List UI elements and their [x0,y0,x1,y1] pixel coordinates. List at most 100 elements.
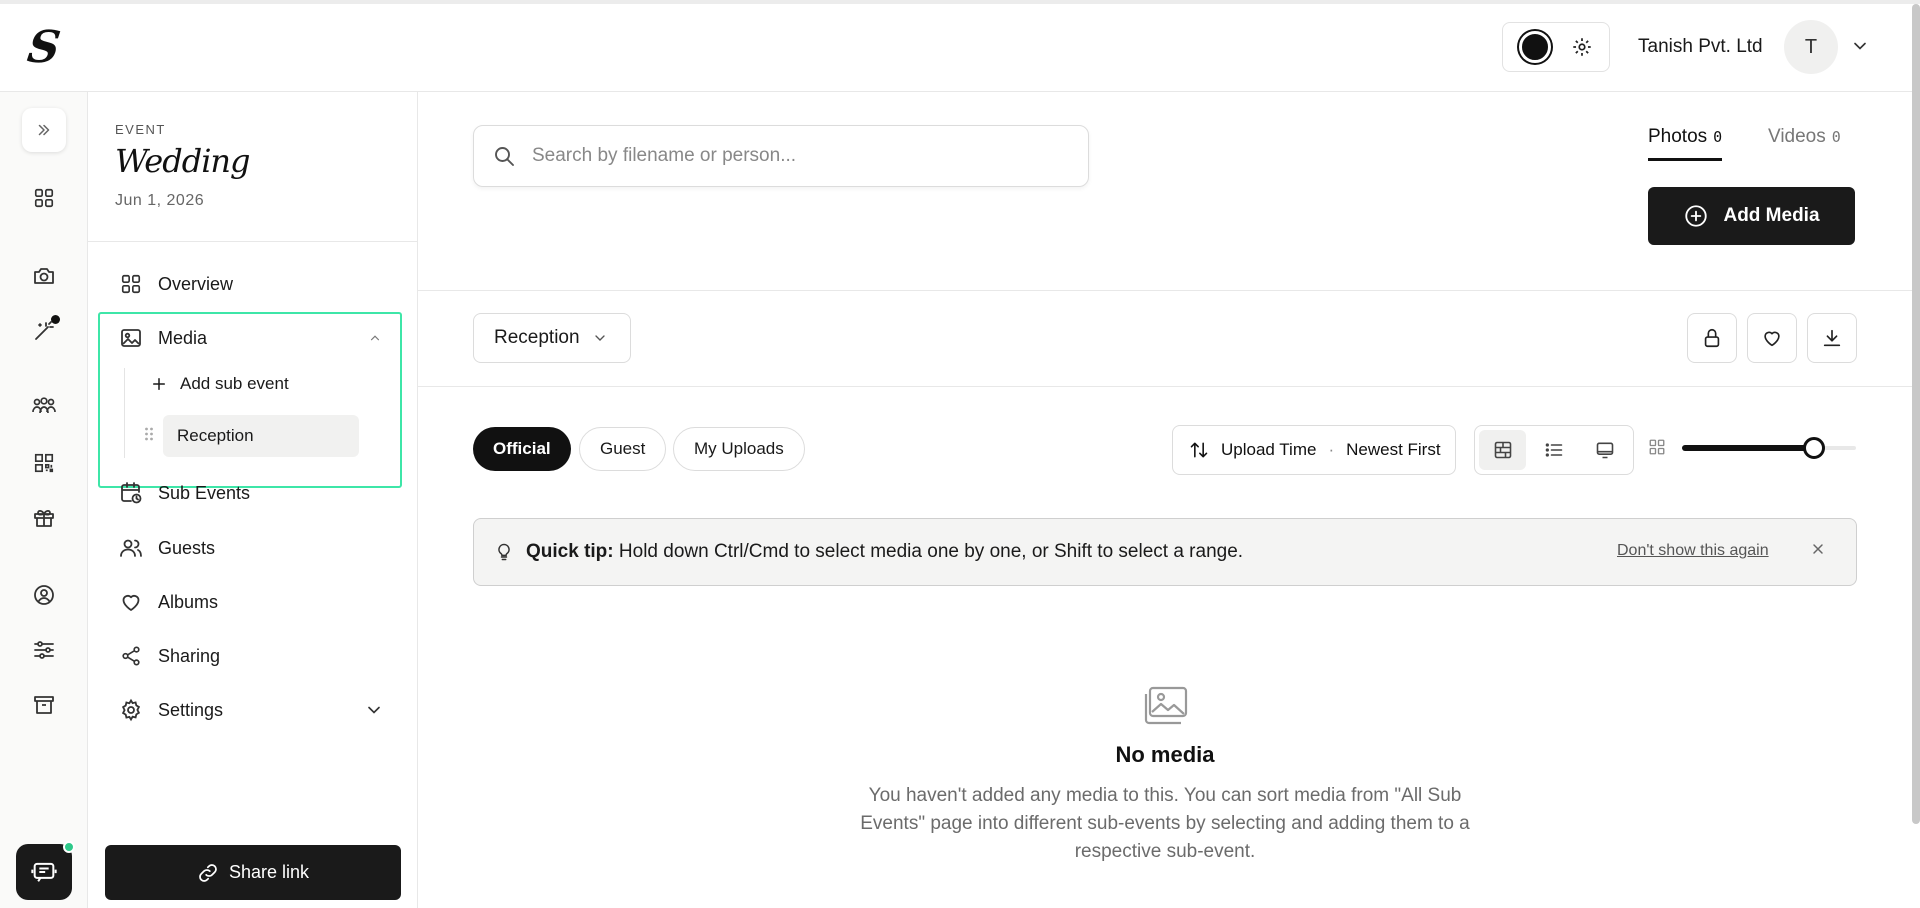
search-icon [495,147,514,166]
rail-qr[interactable] [24,443,64,483]
tab-label: Photos [1648,126,1708,147]
slider-fill [1682,445,1814,451]
sub-event-reception[interactable]: Reception [163,415,359,457]
camera-icon [34,268,54,284]
favorite-button[interactable] [1747,313,1797,363]
grid-icon [34,188,54,208]
sidebar-item-label: Overview [158,273,234,294]
search-bar[interactable] [473,125,1089,187]
heart-icon [1764,331,1780,347]
event-date: Jun 1, 2026 [115,192,205,209]
sidebar-item-label: Settings [158,699,224,720]
sort-separator: · [1328,440,1335,459]
sub-event-select-value: Reception [494,327,580,348]
plus-circle-icon [1685,205,1708,227]
tab-videos[interactable]: Videos 0 [1768,126,1841,158]
grid-icon [121,274,141,294]
rail-magic[interactable] [24,311,64,351]
empty-images-icon [1140,684,1190,728]
view-masonry-button[interactable] [1479,430,1527,470]
settings-expand-toggle[interactable] [364,700,384,720]
empty-state-text: You haven't added any media to this. You… [860,785,1470,862]
share-link-button[interactable]: Share link [105,845,401,900]
rail-dashboard[interactable] [24,178,64,218]
search-input[interactable] [532,145,1052,167]
heart-icon [122,594,140,611]
sidebar-item-sub-events[interactable]: Sub Events [118,475,250,511]
sidebar-divider [88,241,418,242]
sub-event-select[interactable]: Reception [473,313,631,363]
sidebar-item-media[interactable]: Media [118,320,382,356]
dark-mode-indicator[interactable] [1519,31,1551,63]
rail-camera[interactable] [24,256,64,296]
gear-icon [121,698,141,722]
sort-dropdown[interactable]: Upload Time · Newest First [1172,425,1456,475]
filter-my-uploads[interactable]: My Uploads [673,427,805,471]
tip-title: Quick tip: [526,541,614,562]
tab-label: Videos [1768,126,1826,147]
sidebar-item-albums[interactable]: Albums [118,584,218,620]
org-menu-chevron[interactable] [1850,36,1870,56]
view-list-button[interactable] [1530,430,1577,470]
drag-dots-icon [145,427,153,441]
sort-field: Upload Time [1221,440,1317,459]
filter-official[interactable]: Official [473,427,571,471]
tab-count: 0 [1831,128,1841,146]
add-media-button[interactable]: Add Media [1648,187,1855,245]
image-icon [121,329,141,347]
user-circle-icon [34,585,54,605]
grid-size-icon [1648,438,1666,456]
logo-letter: S [24,22,64,73]
settings-gear-icon[interactable] [1571,36,1593,58]
sidebar-item-sharing[interactable]: Sharing [118,638,220,674]
avatar[interactable]: T [1784,20,1838,74]
notification-dot [51,315,60,324]
event-kicker: EVENT [115,122,166,137]
sidebar-item-guests[interactable]: Guests [118,530,215,566]
sidebar-item-settings[interactable]: Settings [118,692,384,728]
sliders-icon [34,641,54,659]
organization-name[interactable]: Tanish Pvt. Ltd [1638,36,1763,58]
page-scrollbar[interactable] [1912,4,1920,824]
dont-show-again-link[interactable]: Don't show this again [1617,542,1769,560]
section-divider [418,290,1912,291]
chevron-down-icon [368,706,380,714]
list-icon [1545,443,1563,457]
add-sub-event-label: Add sub event [180,374,289,393]
plus-icon [153,378,165,390]
qr-code-icon [34,453,54,473]
event-title: Wedding [115,142,251,180]
archive-icon [34,696,54,714]
sidebar-item-overview[interactable]: Overview [118,266,233,302]
rail-archive[interactable] [24,685,64,725]
empty-state-title: No media [1115,742,1215,767]
download-button[interactable] [1807,313,1857,363]
gift-icon [34,509,54,527]
close-tip-button[interactable] [1810,541,1826,557]
view-slideshow-button[interactable] [1582,430,1629,470]
share-link-label: Share link [228,862,310,882]
rail-people[interactable] [24,387,64,427]
drag-handle[interactable] [144,426,154,442]
media-collapse-toggle[interactable] [368,331,382,345]
add-sub-event-button[interactable]: Add sub event [150,374,289,394]
theme-toggle[interactable] [1502,22,1610,72]
logo[interactable]: S [0,4,88,92]
chevron-up-icon [370,335,380,341]
chevron-down-icon [594,335,605,341]
support-bot-button[interactable] [16,841,75,900]
double-chevron-right-icon [38,124,50,136]
rail-gift[interactable] [24,498,64,538]
sidebar-item-label: Sharing [158,645,221,666]
tab-photos[interactable]: Photos 0 [1648,126,1723,161]
thumbnail-size-slider[interactable] [1682,437,1856,459]
rail-adjustments[interactable] [24,630,64,670]
filter-guest[interactable]: Guest [579,427,667,471]
rail-profile[interactable] [24,575,64,615]
team-icon [32,397,56,414]
masonry-icon [1494,441,1511,459]
expand-sidebar-button[interactable] [22,108,66,152]
slider-knob[interactable] [1803,437,1825,459]
lock-button[interactable] [1687,313,1737,363]
monitor-icon [1597,442,1614,459]
